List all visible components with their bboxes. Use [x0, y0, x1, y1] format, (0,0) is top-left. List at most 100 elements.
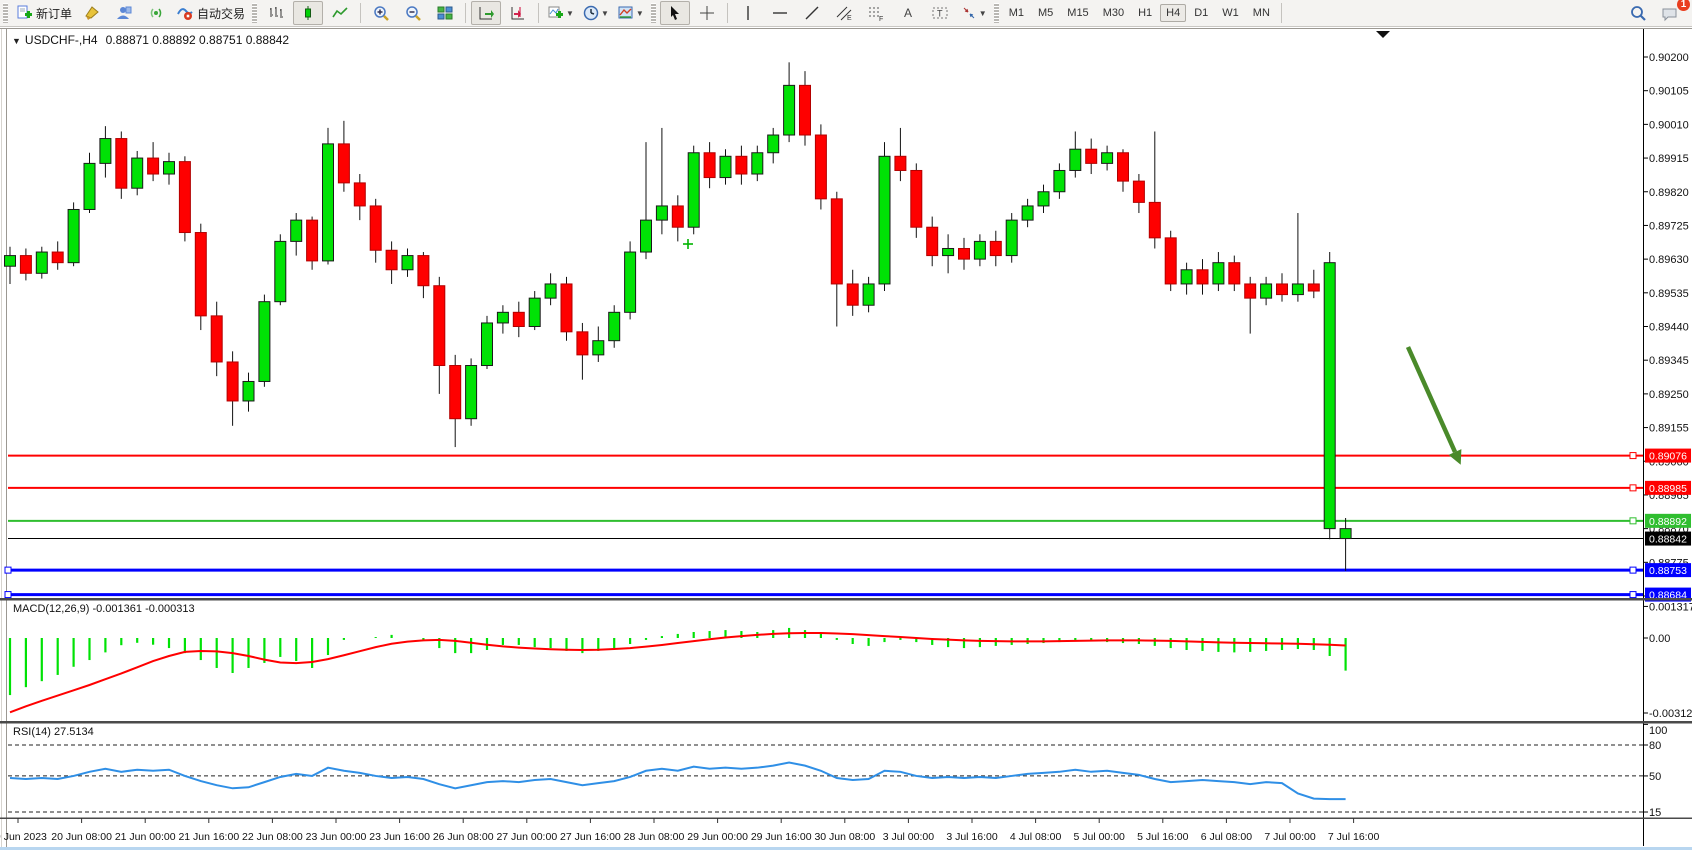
- zoom-out-icon: [404, 4, 422, 22]
- candle: [1054, 170, 1065, 191]
- toolbar-separator: [360, 3, 361, 23]
- templates-button[interactable]: ▼: [614, 1, 647, 25]
- timeframe-M15[interactable]: M15: [1061, 4, 1094, 22]
- price-tick-label: 0.89630: [1649, 254, 1689, 266]
- signal-icon: [147, 4, 165, 22]
- price-line-label-text: 0.88753: [1649, 565, 1687, 577]
- candle: [1277, 284, 1288, 295]
- timeframe-H1[interactable]: H1: [1132, 4, 1158, 22]
- macd-tick-label: 0.001317: [1649, 601, 1692, 613]
- channel-button[interactable]: E: [829, 1, 859, 25]
- zoom-in-button[interactable]: [366, 1, 396, 25]
- panel-divider[interactable]: [0, 721, 1692, 724]
- candle: [656, 206, 667, 220]
- search-button[interactable]: [1623, 1, 1653, 25]
- new-order-label: 新订单: [36, 5, 72, 22]
- price-tick-label: 0.89820: [1649, 187, 1689, 199]
- toolbar-separator: [465, 3, 466, 23]
- text-label-button[interactable]: T: [925, 1, 955, 25]
- candle: [736, 156, 747, 174]
- panel-divider[interactable]: [0, 598, 1692, 601]
- price-tick-label: 0.90105: [1649, 86, 1689, 98]
- candle: [1340, 529, 1351, 539]
- candle: [227, 362, 238, 401]
- autotrade-label: 自动交易: [197, 5, 245, 22]
- candle: [1261, 284, 1272, 298]
- svg-text:F: F: [879, 16, 883, 22]
- candlestick-icon: [299, 4, 317, 22]
- rsi-tick-label: 50: [1649, 771, 1661, 783]
- date-label: 19 Jun 2023: [0, 831, 47, 843]
- timeframe-D1[interactable]: D1: [1188, 4, 1214, 22]
- candle: [36, 252, 47, 273]
- candle: [704, 153, 715, 178]
- chart-canvas[interactable]: 0.902000.901050.900100.899150.898200.897…: [0, 0, 1692, 850]
- chat-button[interactable]: 1: [1655, 1, 1685, 25]
- date-label: 29 Jun 16:00: [751, 831, 812, 843]
- chevron-down-icon: ▼: [979, 9, 987, 18]
- candle: [943, 248, 954, 255]
- indicators-icon: [547, 4, 565, 22]
- line-handle[interactable]: [1630, 592, 1636, 598]
- trendline-button[interactable]: [797, 1, 827, 25]
- date-label: 20 Jun 08:00: [51, 831, 112, 843]
- candle: [132, 158, 143, 188]
- autotrade-button[interactable]: 自动交易: [173, 1, 248, 25]
- chart-background: [0, 27, 1692, 850]
- date-label: 7 Jul 00:00: [1264, 831, 1316, 843]
- crosshair-button[interactable]: [692, 1, 722, 25]
- timeframe-W1[interactable]: W1: [1216, 4, 1245, 22]
- cursor-button[interactable]: [660, 1, 690, 25]
- styles-button[interactable]: [77, 1, 107, 25]
- candle: [291, 220, 302, 241]
- candle: [625, 252, 636, 312]
- timeframe-M1[interactable]: M1: [1003, 4, 1030, 22]
- autoscroll-button[interactable]: [471, 1, 501, 25]
- timeframe-M5[interactable]: M5: [1032, 4, 1059, 22]
- periods-button[interactable]: ▼: [579, 1, 612, 25]
- candle: [1038, 192, 1049, 206]
- line-chart-button[interactable]: [325, 1, 355, 25]
- date-label: 6 Jul 08:00: [1201, 831, 1253, 843]
- candle: [482, 323, 493, 366]
- new-order-button[interactable]: 新订单: [12, 1, 75, 25]
- line-handle[interactable]: [5, 567, 11, 573]
- candle: [800, 85, 811, 135]
- bar-chart-button[interactable]: [261, 1, 291, 25]
- arrows-button[interactable]: ▼: [957, 1, 990, 25]
- indicators-button[interactable]: ▼: [544, 1, 577, 25]
- date-label: 7 Jul 16:00: [1328, 831, 1380, 843]
- vertical-line-button[interactable]: [733, 1, 763, 25]
- fibonacci-icon: F: [867, 4, 885, 22]
- line-handle[interactable]: [1630, 485, 1636, 491]
- signals-button[interactable]: [141, 1, 171, 25]
- candle: [815, 135, 826, 199]
- profiles-button[interactable]: [109, 1, 139, 25]
- crosshair-icon: [698, 4, 716, 22]
- chart-shift-button[interactable]: [503, 1, 533, 25]
- zoom-out-button[interactable]: [398, 1, 428, 25]
- bar-chart-icon: [267, 4, 285, 22]
- line-handle[interactable]: [1630, 567, 1636, 573]
- candlestick-chart-button[interactable]: [293, 1, 323, 25]
- candle: [450, 366, 461, 419]
- candle: [1133, 181, 1144, 202]
- toolbar-separator: [727, 3, 728, 23]
- timeframe-H4[interactable]: H4: [1160, 4, 1186, 22]
- timeframe-M30[interactable]: M30: [1097, 4, 1130, 22]
- line-handle[interactable]: [5, 592, 11, 598]
- line-handle[interactable]: [1630, 518, 1636, 524]
- date-label: 23 Jun 16:00: [369, 831, 430, 843]
- date-label: 5 Jul 16:00: [1137, 831, 1189, 843]
- clock-icon: [582, 4, 600, 22]
- price-tick-label: 0.90010: [1649, 119, 1689, 131]
- horizontal-line-button[interactable]: [765, 1, 795, 25]
- timeframe-MN[interactable]: MN: [1247, 4, 1276, 22]
- candle: [688, 153, 699, 227]
- line-handle[interactable]: [1630, 453, 1636, 459]
- fibonacci-button[interactable]: F: [861, 1, 891, 25]
- chart-title: ▼USDCHF-,H40.88871 0.88892 0.88751 0.888…: [12, 33, 289, 47]
- text-button[interactable]: A: [893, 1, 923, 25]
- tile-windows-button[interactable]: [430, 1, 460, 25]
- symbol-caret-icon[interactable]: ▼: [12, 36, 21, 46]
